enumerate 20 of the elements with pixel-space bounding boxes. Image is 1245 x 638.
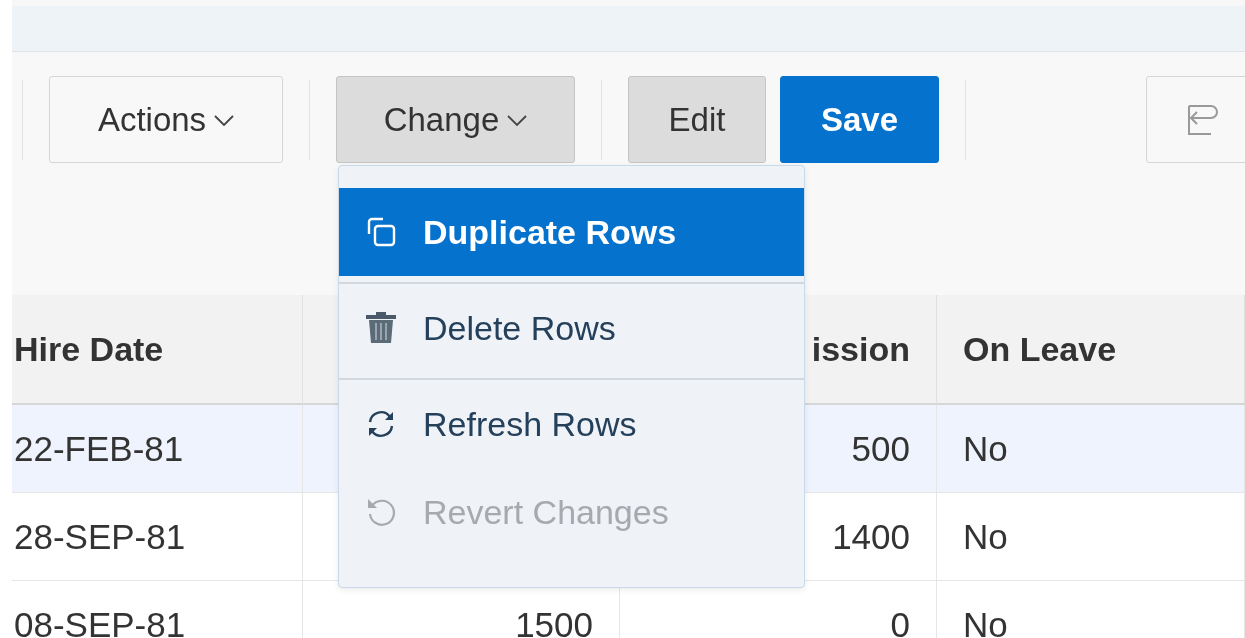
menu-button[interactable]: Actions: [49, 76, 283, 163]
menu-item[interactable]: Duplicate Rows: [339, 188, 804, 276]
save-button[interactable]: Save: [780, 76, 939, 163]
column-header[interactable]: Hire Date: [12, 295, 303, 405]
caret-icon: [507, 114, 528, 127]
column-header[interactable]: On Leave: [937, 295, 1245, 405]
menu-item[interactable]: Delete Rows: [339, 284, 804, 372]
table-cell: 28-SEP-81: [12, 493, 303, 581]
table-cell: 22-FEB-81: [12, 405, 303, 493]
caret-icon: [214, 114, 235, 127]
menu-button[interactable]: Change: [336, 76, 575, 163]
table-cell: 08-SEP-81: [12, 581, 303, 638]
table-cell: No: [937, 493, 1245, 581]
copy-icon: [365, 216, 397, 248]
undo-icon: [365, 496, 397, 528]
table-cell: No: [937, 581, 1245, 638]
table-cell: No: [937, 405, 1245, 493]
toolbar-button[interactable]: [1146, 76, 1245, 163]
edit-button[interactable]: Edit: [628, 76, 766, 163]
trash-icon: [365, 312, 397, 344]
